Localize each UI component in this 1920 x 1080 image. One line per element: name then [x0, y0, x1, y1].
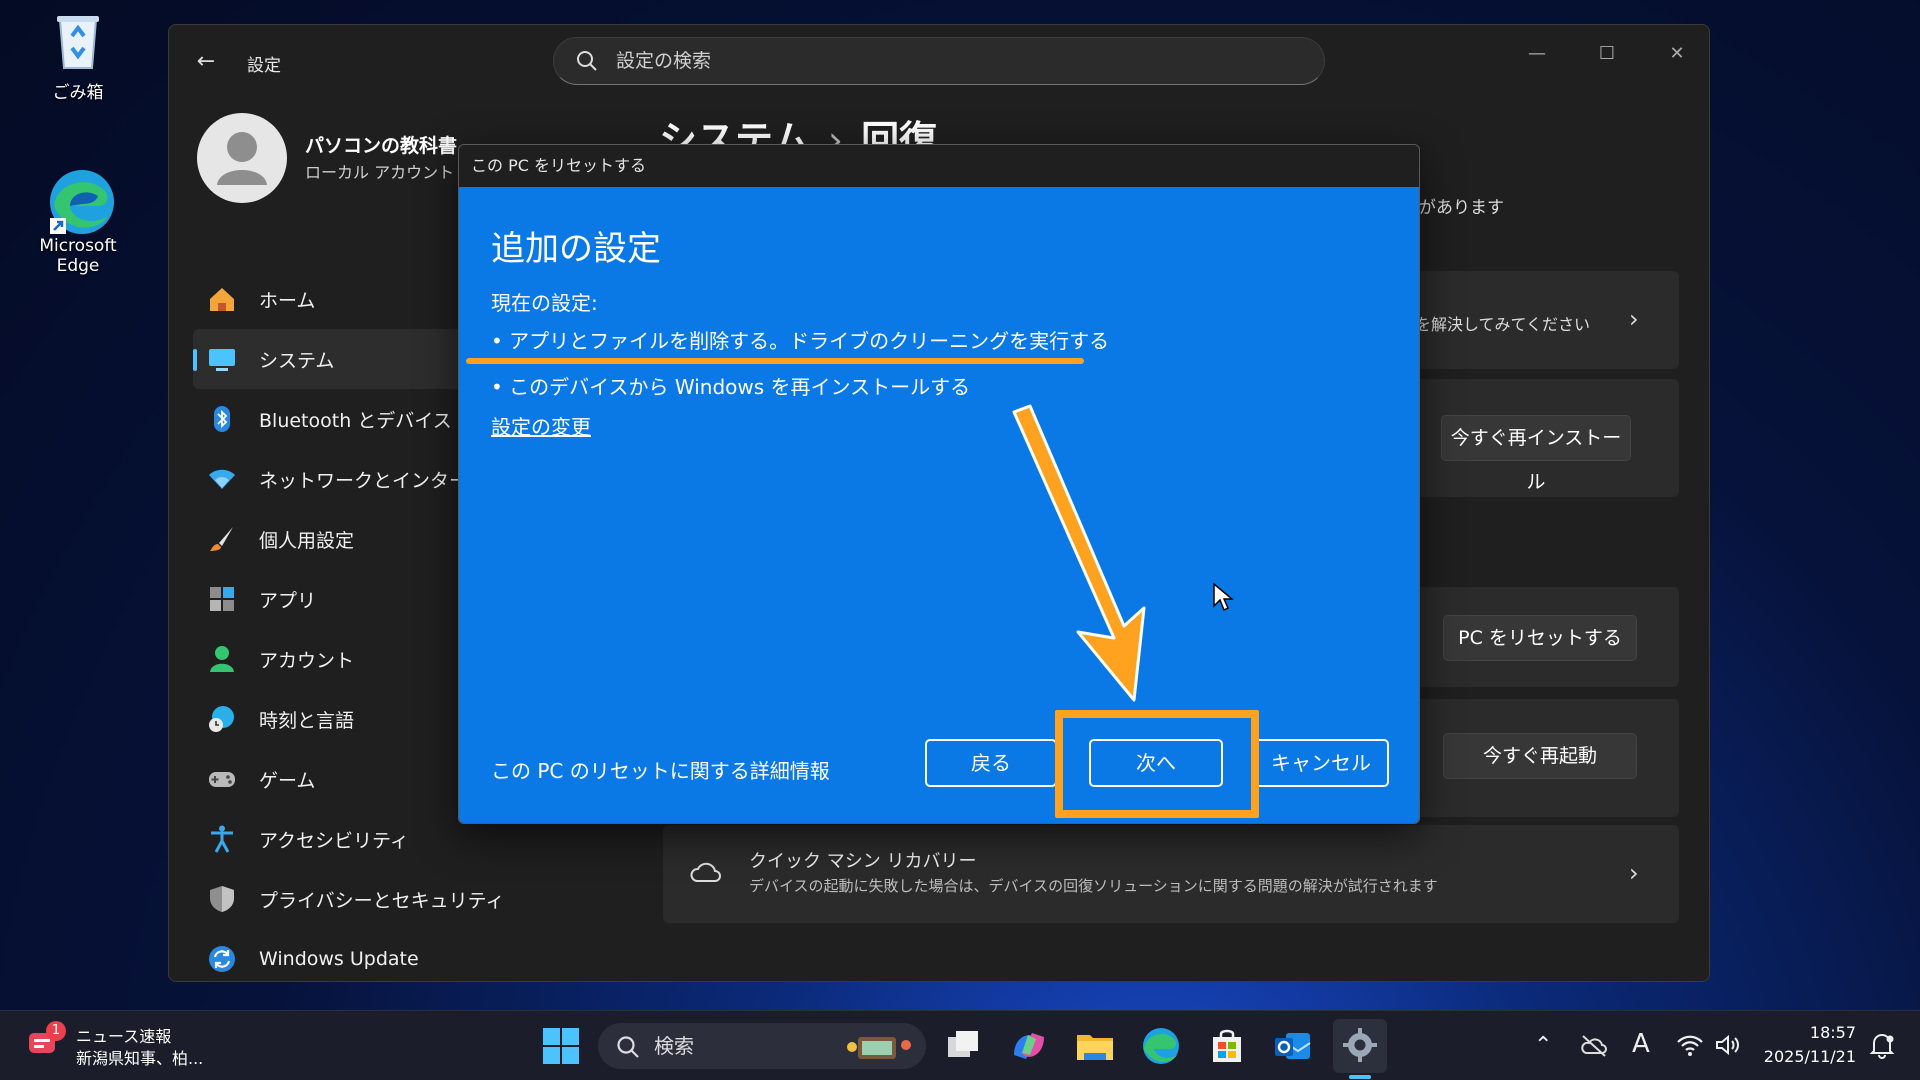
annotation-arrow-icon [1012, 404, 1146, 702]
search-icon [577, 51, 597, 71]
edge-shortcut[interactable]: Microsoft Edge [18, 166, 138, 276]
news-title: ニュース速報 [76, 1027, 172, 1046]
current-setting-item: • このデバイスから Windows を再インストールする [491, 375, 971, 399]
taskbar: 1 ニュース速報 新潟県知事、柏... 検索 ⌃ A 18:57 2025/11… [0, 1010, 1920, 1080]
brush-icon [210, 527, 233, 551]
start-icon[interactable] [540, 1025, 582, 1067]
search-highlight-icon [847, 1037, 911, 1059]
accessibility-icon [211, 825, 233, 853]
active-app-indicator [1349, 1075, 1371, 1079]
clock[interactable]: 18:57 2025/11/21 [1764, 1021, 1856, 1069]
news-badge: 1 [46, 1021, 66, 1041]
recycle-bin[interactable]: ごみ箱 [18, 8, 138, 103]
highlight-box [1055, 710, 1259, 818]
sidebar-item-label: システム [259, 349, 335, 372]
close-button[interactable]: ✕ [1655, 39, 1699, 69]
sidebar-item-windows-update[interactable]: Windows Update [193, 929, 553, 981]
clock-date: 2025/11/21 [1763, 1047, 1856, 1066]
monitor-icon [209, 349, 235, 371]
sidebar-item-label: ホーム [259, 289, 316, 312]
bluetooth-icon [214, 406, 230, 432]
sidebar-item-label: アクセシビリティ [259, 829, 409, 852]
home-icon [210, 288, 234, 311]
taskbar-search-label: 検索 [654, 1034, 694, 1058]
sidebar-item-label: Windows Update [259, 948, 419, 970]
task-view-icon[interactable] [942, 1025, 984, 1067]
app-title: 設定 [247, 56, 281, 76]
ime-indicator[interactable]: A [1632, 1029, 1650, 1059]
reset-pc-dialog: この PC をリセットする 追加の設定 現在の設定: • アプリとファイルを削除… [458, 144, 1420, 824]
recovery-desc-partial: があります [1419, 198, 1504, 218]
cloud-icon [690, 862, 721, 882]
person-icon [210, 646, 234, 672]
title-bar: ← 設定 設定の検索 — ☐ ✕ [169, 25, 1709, 97]
sidebar-item-privacy-security[interactable]: プライバシーとセキュリティ [193, 869, 553, 929]
taskbar-search[interactable]: 検索 [598, 1023, 926, 1069]
cancel-button[interactable]: キャンセル [1253, 739, 1389, 787]
search-placeholder: 設定の検索 [616, 50, 712, 72]
onedrive-paused-icon[interactable] [1580, 1033, 1608, 1059]
sidebar-item-label: 個人用設定 [259, 529, 355, 552]
chevron-up-icon: ⌃ [1534, 1033, 1553, 1058]
shield-icon [210, 886, 234, 912]
copilot-m365-icon[interactable] [1008, 1025, 1050, 1067]
current-settings-label: 現在の設定: [491, 291, 598, 315]
reinstall-now-button[interactable]: 今すぐ再インストール [1441, 415, 1631, 493]
gear-icon [1343, 1028, 1377, 1062]
sidebar-item-label: プライバシーとセキュリティ [259, 889, 505, 912]
reset-info-link[interactable]: この PC のリセットに関する詳細情報 [491, 755, 830, 784]
dialog-heading: 追加の設定 [491, 229, 661, 269]
globe-clock-icon [209, 706, 234, 732]
dialog-body: 追加の設定 現在の設定: • アプリとファイルを削除する。ドライブのクリーニング… [459, 187, 1419, 823]
quick-recovery-desc: デバイスの起動に失敗した場合は、デバイスの回復ソリューションに関する問題の解決が… [749, 877, 1438, 895]
profile-name: パソコンの教科書 [305, 135, 458, 157]
edge-label: Microsoft Edge [39, 236, 117, 276]
store-icon[interactable] [1206, 1025, 1248, 1067]
sidebar-item-label: 時刻と言語 [259, 709, 355, 732]
maximize-button[interactable]: ☐ [1585, 39, 1629, 69]
sidebar-item-label: Bluetooth とデバイス [259, 409, 452, 432]
clock-time: 18:57 [1809, 1023, 1856, 1042]
mouse-cursor-icon [1213, 582, 1234, 612]
apps-icon [210, 587, 234, 611]
show-hidden-icons-button[interactable]: ⌃ [1534, 1033, 1552, 1058]
volume-icon[interactable] [1714, 1033, 1742, 1057]
back-button[interactable]: ← [191, 47, 221, 77]
arrow-left-icon: ← [196, 49, 216, 74]
settings-search-input[interactable]: 設定の検索 [553, 37, 1325, 85]
minimize-button[interactable]: — [1515, 39, 1559, 69]
recycle-bin-label: ごみ箱 [52, 83, 104, 103]
back-button[interactable]: 戻る [925, 739, 1057, 787]
restart-now-button[interactable]: 今すぐ再起動 [1443, 733, 1637, 779]
profile-account-type: ローカル アカウント [305, 163, 455, 182]
change-settings-link[interactable]: 設定の変更 [491, 411, 591, 440]
search-icon [617, 1036, 639, 1058]
sidebar-item-label: アプリ [259, 589, 317, 612]
sidebar-item-label: ゲーム [259, 769, 316, 792]
troubleshoot-desc-partial: を解決してみてください [1415, 315, 1591, 334]
edge-icon[interactable] [1140, 1025, 1182, 1067]
chevron-right-icon: › [1629, 859, 1639, 887]
current-setting-item: • アプリとファイルを削除する。ドライブのクリーニングを実行する [491, 329, 1110, 353]
wifi-icon[interactable] [1676, 1033, 1704, 1057]
sync-icon [209, 946, 235, 972]
outlook-icon[interactable] [1272, 1025, 1314, 1067]
quick-recovery-title: クイック マシン リカバリー [749, 851, 977, 872]
gamepad-icon [209, 772, 235, 787]
file-explorer-icon[interactable] [1074, 1025, 1116, 1067]
edge-icon [46, 166, 114, 234]
news-headline: 新潟県知事、柏... [76, 1049, 204, 1068]
notification-bell-icon[interactable] [1868, 1031, 1896, 1059]
reset-pc-button[interactable]: PC をリセットする [1443, 615, 1637, 661]
avatar [197, 113, 287, 203]
chevron-right-icon: › [1629, 305, 1639, 333]
recycle-bin-icon [46, 8, 110, 72]
dialog-title: この PC をリセットする [459, 145, 1419, 187]
settings-taskbar-button[interactable] [1333, 1019, 1387, 1073]
highlight-underline [466, 358, 1084, 364]
quick-machine-recovery-card[interactable]: クイック マシン リカバリー デバイスの起動に失敗した場合は、デバイスの回復ソリ… [663, 825, 1679, 923]
sidebar-item-label: アカウント [259, 649, 355, 672]
wifi-icon [209, 469, 235, 489]
